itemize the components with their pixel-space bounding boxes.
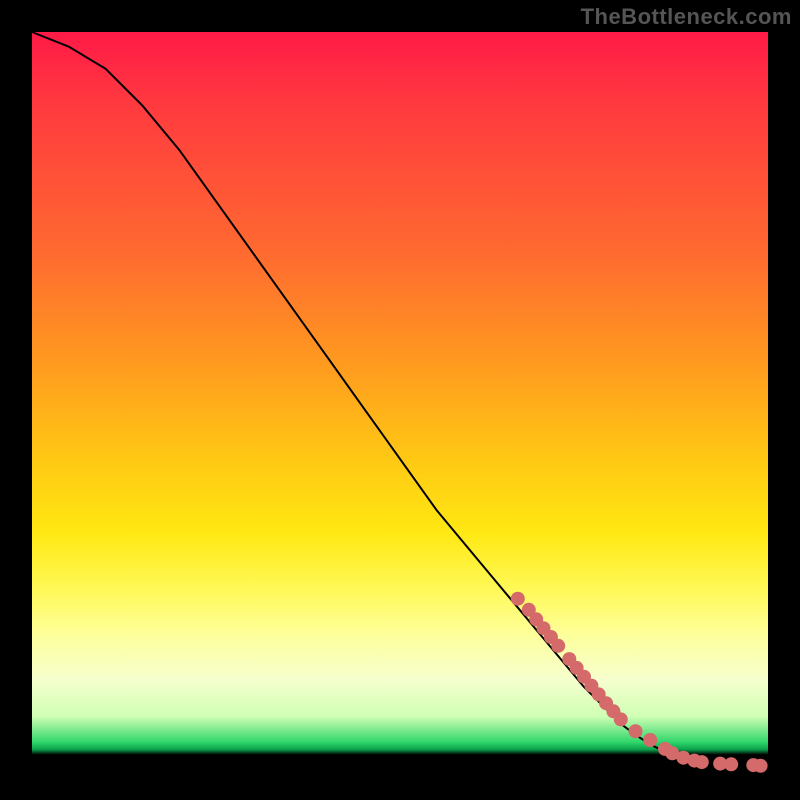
data-point bbox=[695, 755, 709, 769]
data-point bbox=[629, 724, 643, 738]
watermark-text: TheBottleneck.com bbox=[581, 4, 792, 30]
data-point bbox=[643, 733, 657, 747]
scatter-points bbox=[511, 592, 768, 773]
chart-container: TheBottleneck.com bbox=[0, 0, 800, 800]
curve-line bbox=[32, 32, 768, 766]
data-point bbox=[614, 712, 628, 726]
plot-area bbox=[32, 32, 768, 768]
data-point bbox=[754, 759, 768, 773]
data-point bbox=[511, 592, 525, 606]
chart-svg bbox=[32, 32, 768, 768]
curve-path bbox=[32, 32, 768, 766]
data-point bbox=[551, 639, 565, 653]
data-point bbox=[724, 757, 738, 771]
